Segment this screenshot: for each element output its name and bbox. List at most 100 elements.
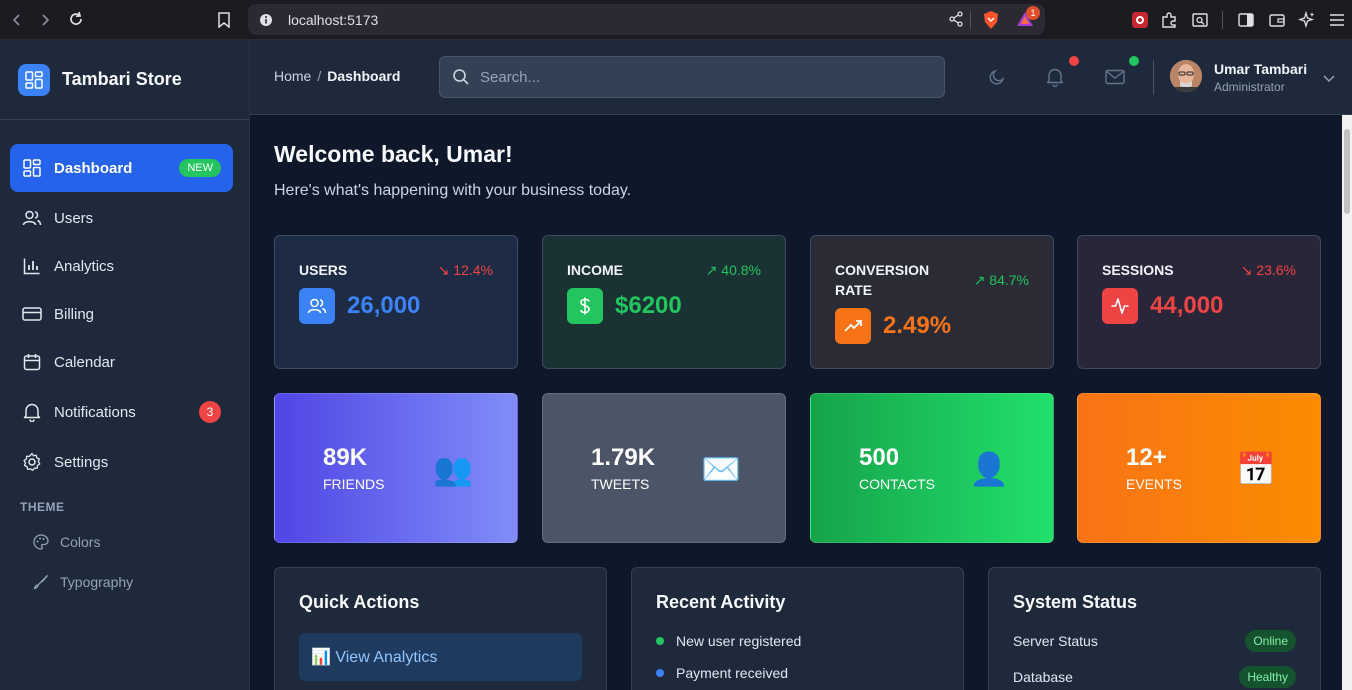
url-text: localhost:5173: [288, 11, 379, 28]
sidebar-item-label: Calendar: [54, 353, 115, 371]
sidebar-item-calendar[interactable]: Calendar: [10, 338, 233, 386]
rewards-badge: 1: [1026, 6, 1040, 20]
sidebar-item-colors[interactable]: Colors: [10, 522, 233, 562]
search-box[interactable]: [439, 56, 945, 98]
screenshot-icon[interactable]: [1189, 9, 1211, 31]
arrow-up-right-icon: ↗: [705, 262, 718, 278]
notification-dot: [1069, 56, 1079, 66]
sidebar-item-dashboard[interactable]: Dashboard NEW: [10, 144, 233, 192]
bell-icon[interactable]: [1044, 66, 1066, 88]
tile-friends[interactable]: 89K FRIENDS 👥: [274, 393, 518, 543]
stat-card-users[interactable]: USERS ↘ 12.4% 26,000: [274, 235, 518, 369]
tile-events[interactable]: 12+ EVENTS 📅: [1077, 393, 1321, 543]
stat-change: ↘ 23.6%: [1240, 262, 1296, 278]
sidebar-item-billing[interactable]: Billing: [10, 290, 233, 338]
notification-count-badge: 3: [199, 401, 221, 423]
sidebar-item-label: Billing: [54, 305, 95, 323]
bookmark-icon[interactable]: [209, 5, 239, 35]
stat-change: ↘ 12.4%: [437, 262, 493, 278]
view-analytics-button[interactable]: 📊 View Analytics: [299, 633, 582, 681]
brand[interactable]: Tambari Store: [0, 40, 249, 120]
site-info-icon[interactable]: [258, 12, 274, 28]
top-header: Home / Dashboard Umar Tambari Administrato…: [250, 40, 1352, 115]
sidebar-toggle-icon[interactable]: [1235, 9, 1257, 31]
sidebar-item-users[interactable]: Users: [10, 194, 233, 242]
sidebar-item-typography[interactable]: Typography: [10, 562, 233, 602]
brush-icon: [32, 573, 50, 591]
stat-card-sessions[interactable]: SESSIONS ↘ 23.6% 44,000: [1077, 235, 1321, 369]
stat-change: ↗ 84.7%: [973, 272, 1029, 288]
breadcrumb: Home / Dashboard: [274, 68, 400, 84]
palette-icon: [32, 533, 50, 551]
browser-toolbar: localhost:5173 1: [0, 0, 1352, 40]
bell-icon: [22, 402, 42, 422]
message-dot: [1129, 56, 1139, 66]
stat-value: $6200: [615, 292, 682, 319]
person-icon: 👤: [969, 451, 1009, 487]
stat-change: ↗ 40.8%: [705, 262, 761, 278]
back-icon[interactable]: [2, 5, 32, 35]
tile-label: CONTACTS: [859, 476, 935, 492]
quick-actions-panel: Quick Actions 📊 View Analytics: [274, 567, 607, 690]
sidebar-item-label: Analytics: [54, 257, 115, 275]
search-icon: [452, 68, 470, 86]
tile-number: 12+: [1126, 444, 1167, 471]
moon-icon[interactable]: [986, 66, 1008, 88]
breadcrumb-current: Dashboard: [327, 68, 401, 84]
brand-name: Tambari Store: [62, 69, 182, 89]
wallet-icon[interactable]: [1266, 9, 1288, 31]
pulse-icon: [1102, 288, 1138, 324]
main-content: Welcome back, Umar! Here's what's happen…: [250, 115, 1342, 690]
tile-contacts[interactable]: 500 CONTACTS 👤: [810, 393, 1054, 543]
people-icon: 👥: [433, 451, 473, 487]
stat-card-income[interactable]: INCOME ↗ 40.8% $6200: [542, 235, 786, 369]
sidebar: Tambari Store Dashboard NEW Users Analyt…: [0, 40, 250, 690]
arrow-down-right-icon: ↘: [1240, 262, 1253, 278]
status-row: Database Healthy: [1013, 659, 1296, 690]
chevron-down-icon[interactable]: [1318, 67, 1340, 89]
menu-icon[interactable]: [1326, 9, 1348, 31]
breadcrumb-home[interactable]: Home: [274, 68, 311, 84]
search-input[interactable]: [480, 68, 920, 86]
sidebar-item-label: Notifications: [54, 403, 136, 421]
sidebar-item-label: Dashboard: [54, 159, 133, 177]
share-icon[interactable]: [948, 11, 964, 27]
page-scrollbar[interactable]: [1342, 115, 1352, 690]
extensions-icon[interactable]: [1158, 9, 1180, 31]
tile-tweets[interactable]: 1.79K TWEETS ✉️: [542, 393, 786, 543]
tile-number: 1.79K: [591, 444, 656, 471]
tile-number: 500: [859, 444, 900, 471]
avatar[interactable]: [1170, 60, 1202, 92]
brave-shield-icon[interactable]: [982, 10, 1000, 30]
sidebar-item-label: Typography: [60, 574, 134, 590]
grid-icon: [22, 158, 42, 178]
mail-icon[interactable]: [1104, 66, 1126, 88]
forward-icon[interactable]: [30, 5, 60, 35]
list-item: New user registered: [656, 625, 939, 657]
reload-icon[interactable]: [61, 4, 91, 34]
panel-title: Quick Actions: [299, 592, 420, 612]
system-status-panel: System Status Server Status Online Databa…: [988, 567, 1321, 690]
leo-ai-icon[interactable]: [1296, 9, 1318, 31]
envelope-icon: ✉️: [701, 451, 741, 487]
extension-red-icon[interactable]: [1129, 9, 1151, 31]
new-badge: NEW: [179, 159, 221, 177]
sidebar-item-notifications[interactable]: Notifications 3: [10, 388, 233, 436]
arrow-down-right-icon: ↘: [437, 262, 450, 278]
sidebar-item-settings[interactable]: Settings: [10, 438, 233, 486]
arrow-up-right-icon: ↗: [973, 272, 986, 288]
user-name[interactable]: Umar Tambari: [1214, 61, 1307, 77]
panel-title: Recent Activity: [656, 592, 786, 612]
users-icon: [22, 208, 42, 228]
breadcrumb-separator: /: [317, 68, 322, 84]
stat-value: 2.49%: [883, 312, 952, 339]
stat-value: 26,000: [347, 292, 421, 319]
tile-label: EVENTS: [1126, 476, 1183, 492]
bar-chart-icon: [22, 256, 42, 276]
stat-card-conversion[interactable]: CONVERSION RATE ↗ 84.7% 2.49%: [810, 235, 1054, 369]
address-bar[interactable]: localhost:5173 1: [248, 4, 1045, 35]
sidebar-item-analytics[interactable]: Analytics: [10, 242, 233, 290]
tile-label: TWEETS: [591, 476, 650, 492]
calendar-icon: 📅: [1236, 451, 1276, 487]
status-badge: Healthy: [1239, 666, 1296, 688]
